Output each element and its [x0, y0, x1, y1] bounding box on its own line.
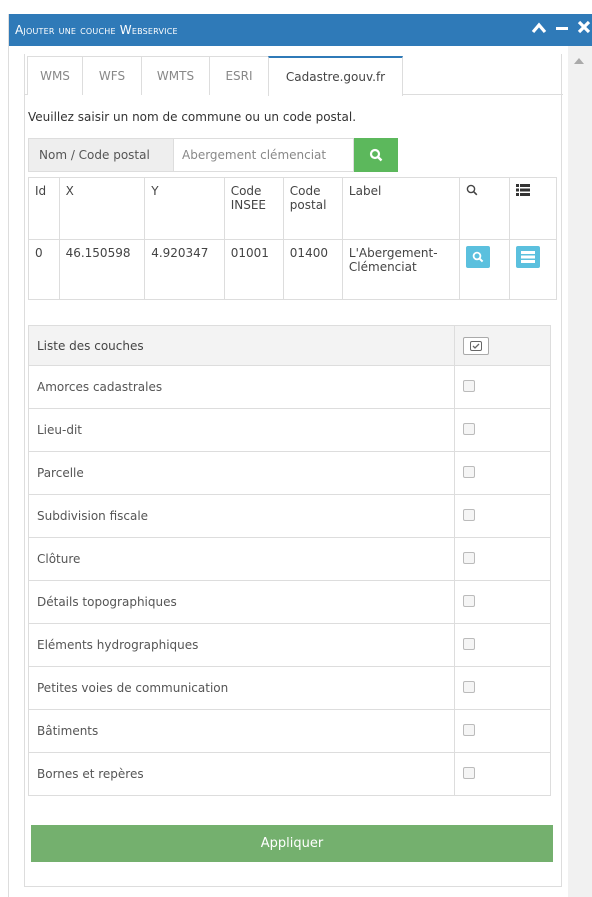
- cell-insee: 01001: [223, 239, 284, 300]
- cell-id: 0: [28, 239, 60, 300]
- layer-label: Bâtiments: [28, 709, 455, 753]
- panel-content: WMS WFS WMTS ESRI Cadastre.gouv.fr Veuil…: [24, 54, 563, 887]
- list-item: Subdivision fiscale: [28, 494, 551, 538]
- layer-label: Lieu-dit: [28, 408, 455, 452]
- search-addon-label: Nom / Code postal: [28, 138, 174, 172]
- list-item: Amorces cadastrales: [28, 365, 551, 409]
- commune-search: Nom / Code postal: [28, 138, 398, 172]
- list-icon: [516, 184, 531, 196]
- layer-label: Amorces cadastrales: [28, 365, 455, 409]
- list-item: Clôture: [28, 537, 551, 581]
- col-select: [509, 177, 557, 240]
- layers-table: Liste des couches Amorces cadastrales Li…: [28, 325, 551, 796]
- col-label: Label: [341, 177, 461, 240]
- list-item: Bâtiments: [28, 709, 551, 753]
- tab-esri[interactable]: ESRI: [209, 56, 269, 95]
- col-x: X: [58, 177, 146, 240]
- layer-label: Bornes et repères: [28, 752, 455, 796]
- layers-header: Liste des couches: [28, 325, 455, 366]
- apply-button[interactable]: Appliquer: [31, 825, 553, 862]
- layers-header-row: Liste des couches: [28, 325, 551, 366]
- service-tabs: WMS WFS WMTS ESRI Cadastre.gouv.fr: [25, 54, 563, 96]
- layer-checkbox[interactable]: [463, 680, 475, 693]
- col-zoom: [459, 177, 511, 240]
- select-all-cell: [454, 325, 551, 366]
- layer-label: Parcelle: [28, 451, 455, 495]
- cell-x: 46.150598: [58, 239, 146, 300]
- results-header-row: Id X Y Code INSEE Code postal Label: [28, 177, 557, 240]
- layer-checkbox[interactable]: [463, 637, 475, 650]
- chevron-up-icon[interactable]: [531, 14, 547, 46]
- list-item: Petites voies de communication: [28, 666, 551, 710]
- layer-label: Détails topographiques: [28, 580, 455, 624]
- layer-checkbox[interactable]: [463, 465, 475, 478]
- panel-title: Ajouter une couche Webservice: [15, 23, 178, 37]
- list-item: Lieu-dit: [28, 408, 551, 452]
- layer-checkbox[interactable]: [463, 766, 475, 779]
- list-item: Eléments hydrographiques: [28, 623, 551, 667]
- search-icon: [472, 251, 484, 263]
- tab-wfs[interactable]: WFS: [82, 56, 142, 95]
- col-id: Id: [28, 177, 60, 240]
- layer-checkbox[interactable]: [463, 379, 475, 392]
- minimize-icon[interactable]: [555, 14, 569, 46]
- scrollbar[interactable]: [568, 46, 592, 897]
- cell-zoom: [459, 239, 511, 300]
- cell-select: [509, 239, 557, 300]
- panel-titlebar: Ajouter une couche Webservice: [9, 14, 592, 46]
- webservice-panel: Ajouter une couche Webservice WMS WFS WM…: [8, 14, 592, 897]
- col-code-postal: Code postal: [282, 177, 343, 240]
- cell-postal: 01400: [282, 239, 343, 300]
- layer-label: Subdivision fiscale: [28, 494, 455, 538]
- layer-label: Eléments hydrographiques: [28, 623, 455, 667]
- search-icon: [369, 148, 383, 162]
- scroll-up-arrow-icon[interactable]: [574, 58, 584, 64]
- close-icon[interactable]: [577, 14, 591, 46]
- window-controls: [531, 14, 591, 46]
- search-button[interactable]: [354, 138, 398, 172]
- layer-label: Clôture: [28, 537, 455, 581]
- search-prompt: Veuillez saisir un nom de commune ou un …: [28, 110, 357, 124]
- col-code-insee: Code INSEE: [223, 177, 284, 240]
- list-icon: [521, 251, 536, 263]
- commune-search-input[interactable]: [174, 138, 354, 172]
- col-y: Y: [144, 177, 225, 240]
- tab-wms[interactable]: WMS: [27, 56, 83, 95]
- checkbox-checked-icon: [470, 340, 482, 351]
- cell-label: L'Abergement-Clémenciat: [341, 239, 461, 300]
- layer-checkbox[interactable]: [463, 422, 475, 435]
- tab-cadastre[interactable]: Cadastre.gouv.fr: [268, 56, 403, 96]
- search-icon: [466, 184, 478, 196]
- list-item: Parcelle: [28, 451, 551, 495]
- list-item: Détails topographiques: [28, 580, 551, 624]
- layer-checkbox[interactable]: [463, 551, 475, 564]
- select-all-button[interactable]: [463, 336, 489, 355]
- zoom-to-commune-button[interactable]: [466, 246, 491, 268]
- layer-label: Petites voies de communication: [28, 666, 455, 710]
- select-layers-button[interactable]: [516, 246, 541, 268]
- tab-wmts[interactable]: WMTS: [141, 56, 210, 95]
- list-item: Bornes et repères: [28, 752, 551, 796]
- results-table: Id X Y Code INSEE Code postal Label 0 46…: [28, 177, 557, 300]
- table-row: 0 46.150598 4.920347 01001 01400 L'Aberg…: [28, 239, 557, 300]
- layer-checkbox[interactable]: [463, 508, 475, 521]
- cell-y: 4.920347: [144, 239, 225, 300]
- layer-checkbox[interactable]: [463, 723, 475, 736]
- layer-checkbox[interactable]: [463, 594, 475, 607]
